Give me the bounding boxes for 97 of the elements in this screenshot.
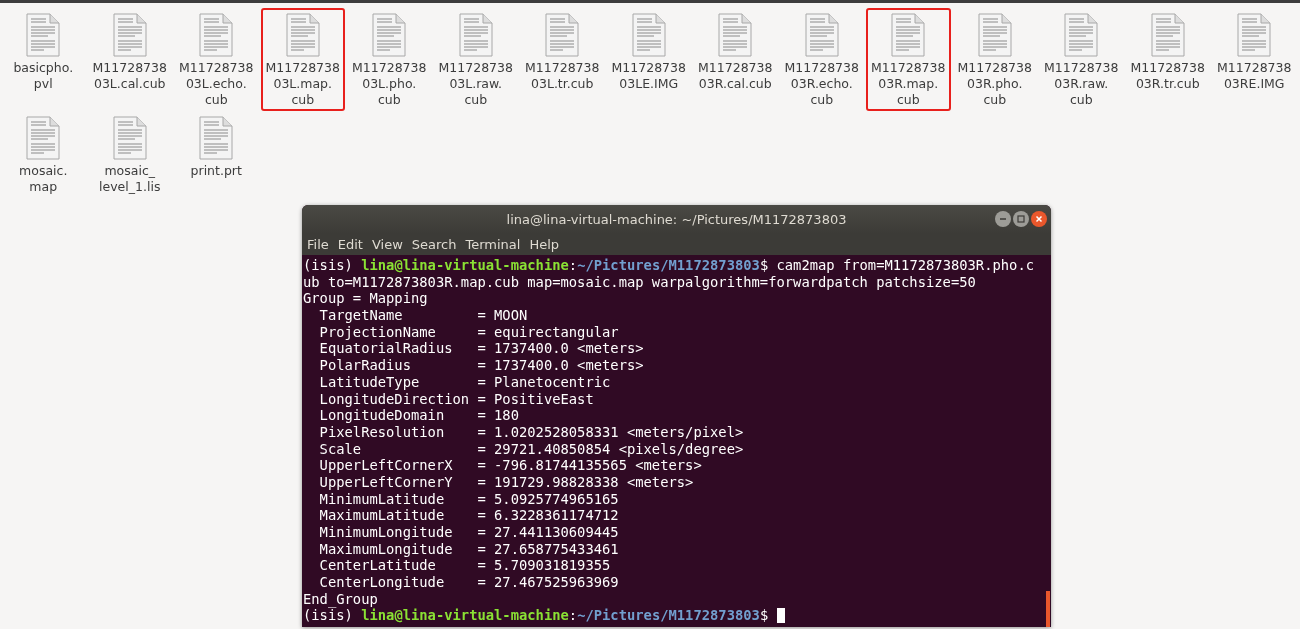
prompt-user: lina@lina-virtual-machine [361, 257, 569, 273]
document-icon [458, 13, 493, 57]
document-tile[interactable]: M11728738 03L.echo. cub [174, 8, 259, 111]
document-tile[interactable]: mosaic. map [1, 111, 86, 214]
document-tile[interactable]: basicpho. pvl [1, 8, 86, 111]
menu-item[interactable]: View [371, 236, 403, 252]
document-tile[interactable]: M11728738 03L.tr.cub [520, 8, 605, 111]
output-line: LongitudeDirection = PositiveEast [318, 390, 595, 408]
document-tile[interactable]: M11728738 03RE.IMG [1212, 8, 1297, 111]
menu-item[interactable]: File [307, 236, 329, 252]
output-line: CenterLongitude = 27.467525963969 [318, 574, 620, 591]
document-icon [285, 13, 320, 57]
file-name: print.prt [190, 163, 242, 179]
document-icon [891, 13, 926, 57]
file-name: M11728738 03L.map. cub [265, 60, 340, 108]
document-tile[interactable]: M11728738 03L.map. cub [260, 8, 345, 111]
file-name: M11728738 03R.pho. cub [957, 60, 1032, 108]
file-name: M11728738 03L.raw. cub [438, 60, 513, 108]
document-tile[interactable]: mosaic_ level_1.lis [87, 111, 172, 214]
output-line: Scale = 29721.40850854 <pixels/degree> [318, 440, 745, 458]
document-icon [1237, 13, 1272, 57]
output-line: ProjectionName = equirectangular [318, 323, 620, 341]
document-tile[interactable]: M11728738 03R.pho. cub [952, 8, 1037, 111]
prompt-separator: : [568, 257, 578, 273]
output-line: MaximumLongitude = 27.658775433461 [318, 540, 620, 558]
prompt-separator: : [568, 607, 578, 624]
output-line: UpperLeftCornerY = 191729.98828338 <meters> [318, 473, 695, 491]
maximize-icon [1016, 214, 1026, 224]
file-name: M11728738 03L.echo. cub [179, 60, 254, 108]
command-text: $ [759, 607, 770, 624]
output-line: Group = Mapping [303, 290, 429, 308]
output-line: MinimumLatitude = 5.0925774965165 [318, 490, 620, 508]
menu-item[interactable]: Help [529, 236, 560, 252]
document-icon [372, 13, 407, 57]
document-icon [1150, 13, 1185, 57]
menu-item[interactable]: Terminal [465, 236, 521, 252]
file-name: M11728738 03R.map. cub [871, 60, 946, 108]
document-tile[interactable]: M11728738 03LE.IMG [606, 8, 691, 111]
file-name: M11728738 03R.raw. cub [1044, 60, 1119, 108]
output-line: LatitudeType = Planetocentric [318, 373, 612, 391]
output-line: CenterLatitude = 5.709031819355 [318, 557, 612, 575]
document-tile[interactable]: M11728738 03R.raw. cub [1039, 8, 1124, 111]
output-line: UpperLeftCornerX = -796.81744135565 <meters> [318, 457, 703, 474]
file-name: M11728738 03L.tr.cub [525, 60, 600, 92]
file-name: M11728738 03LE.IMG [611, 60, 686, 92]
file-name: mosaic_ level_1.lis [99, 163, 161, 195]
menu-item[interactable]: Edit [337, 236, 363, 252]
output-line: LongitudeDomain = 180 [318, 407, 520, 424]
file-name: M11728738 03R.echo. cub [784, 60, 859, 108]
prompt-env: (isis) [303, 257, 354, 273]
document-tile[interactable]: M11728738 03R.echo. cub [779, 8, 864, 111]
prompt-env: (isis) [303, 607, 353, 624]
scrollbar-thumb[interactable] [1046, 591, 1050, 627]
document-icon [26, 13, 61, 57]
document-icon [804, 13, 839, 57]
document-icon [112, 116, 147, 160]
file-name: M11728738 03RE.IMG [1217, 60, 1292, 92]
output-line: PolarRadius = 1737400.0 <meters> [318, 357, 645, 374]
minimize-button[interactable] [995, 211, 1011, 227]
document-icon [199, 13, 234, 57]
document-tile[interactable]: print.prt [174, 111, 259, 214]
close-button[interactable] [1031, 211, 1047, 227]
prompt-path: ~/Pictures/M1172873803 [577, 257, 760, 273]
output-line: End_Group [303, 590, 379, 608]
document-tile[interactable]: M11728738 03R.tr.cub [1125, 8, 1210, 111]
document-tile[interactable]: M11728738 03L.raw. cub [433, 8, 518, 111]
close-icon [1034, 214, 1044, 224]
file-name: basicpho. pvl [13, 60, 74, 92]
prompt-path: ~/Pictures/M1172873803 [577, 607, 760, 624]
output-line: ub to=M1172873803R.map.cub map=mosaic.map warpalgorithm=forwardpatch patchsize=50 [303, 273, 977, 291]
document-icon [199, 116, 234, 160]
output-line: PixelResolution = 1.0202528058331 <meters/pixel> [318, 423, 745, 441]
document-icon [977, 13, 1012, 57]
maximize-button[interactable] [1013, 211, 1029, 227]
file-name: M11728738 03L.pho. cub [352, 60, 427, 108]
document-icon [1064, 13, 1099, 57]
document-tile[interactable]: M11728738 03L.cal.cub [87, 8, 172, 111]
command-text: $ cam2map from=M1172873803R.pho.c [759, 257, 1034, 273]
document-icon [112, 13, 147, 57]
document-icon [631, 13, 666, 57]
menu-item[interactable]: Search [411, 236, 457, 252]
file-name: M11728738 03R.cal.cub [698, 60, 773, 92]
document-tile[interactable]: M11728738 03R.map. cub [866, 8, 951, 111]
document-tile[interactable]: M11728738 03R.cal.cub [693, 8, 778, 111]
prompt-user: lina@lina-virtual-machine [361, 607, 569, 624]
output-line: EquatorialRadius = 1737400.0 <meters> [318, 340, 645, 358]
document-tile[interactable]: M11728738 03L.pho. cub [347, 8, 432, 111]
window-title: lina@lina-virtual-machine: ~/Pictures/M1172873803 [506, 211, 847, 227]
output-line: TargetName = MOON [318, 307, 529, 324]
document-icon [545, 13, 580, 57]
document-icon [26, 116, 61, 160]
output-line: MaximumLatitude = 6.3228361174712 [318, 507, 620, 524]
document-icon [718, 13, 753, 57]
file-name: M11728738 03L.cal.cub [92, 60, 167, 92]
file-name: mosaic. map [19, 163, 68, 195]
output-line: MinimumLongitude = 27.441130609445 [318, 524, 620, 541]
file-name: M11728738 03R.tr.cub [1130, 60, 1205, 92]
